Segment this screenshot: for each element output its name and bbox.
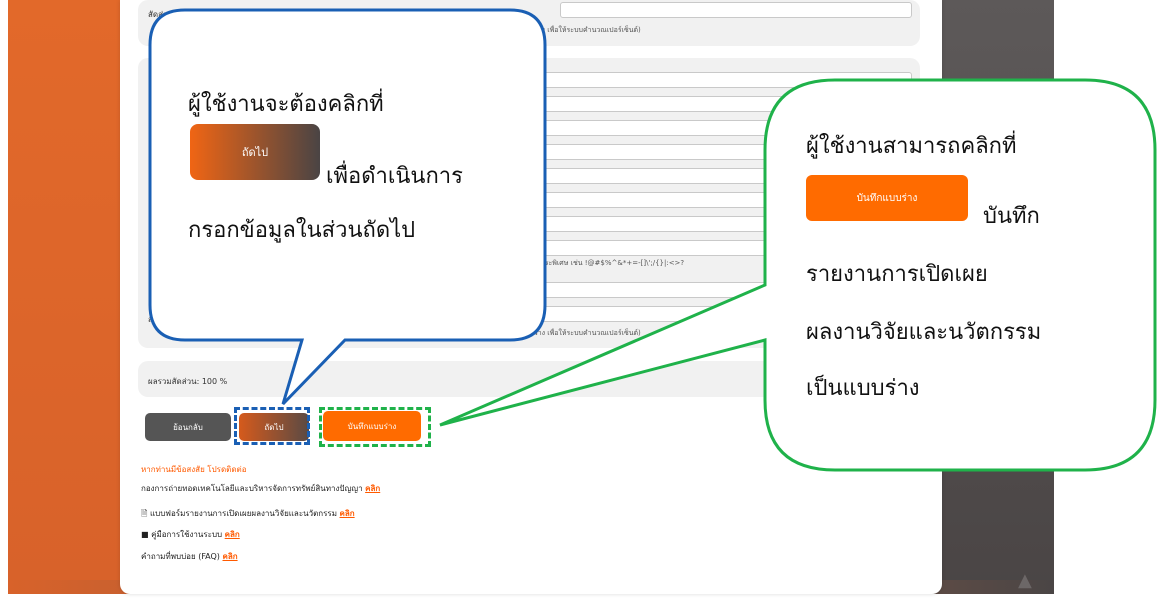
callout-right-line1: ผู้ใช้งานสามารถคลิกที่ (806, 134, 1017, 159)
callout-right-line2: บันทึก (983, 204, 1040, 229)
callout-right-line3: รายงานการเปิดเผย (806, 262, 988, 287)
callout-left-line3: กรอกข้อมูลในส่วนถัดไป (188, 218, 416, 243)
callout-save-draft-button: บันทึกแบบร่าง (806, 175, 968, 221)
callout-layer (148, 8, 1157, 472)
callout-next-button: ถัดไป (190, 124, 320, 180)
callout-right-line5: เป็นแบบร่าง (806, 376, 920, 401)
callout-left-line1: ผู้ใช้งานจะต้องคลิกที่ (188, 92, 384, 117)
callout-left-line2: เพื่อดำเนินการ (326, 164, 463, 189)
callout-right-line4: ผลงานวิจัยและนวัตกรรม (806, 320, 1042, 345)
callout-right-bubble (439, 78, 1157, 472)
callout-left-bubble (148, 8, 547, 406)
